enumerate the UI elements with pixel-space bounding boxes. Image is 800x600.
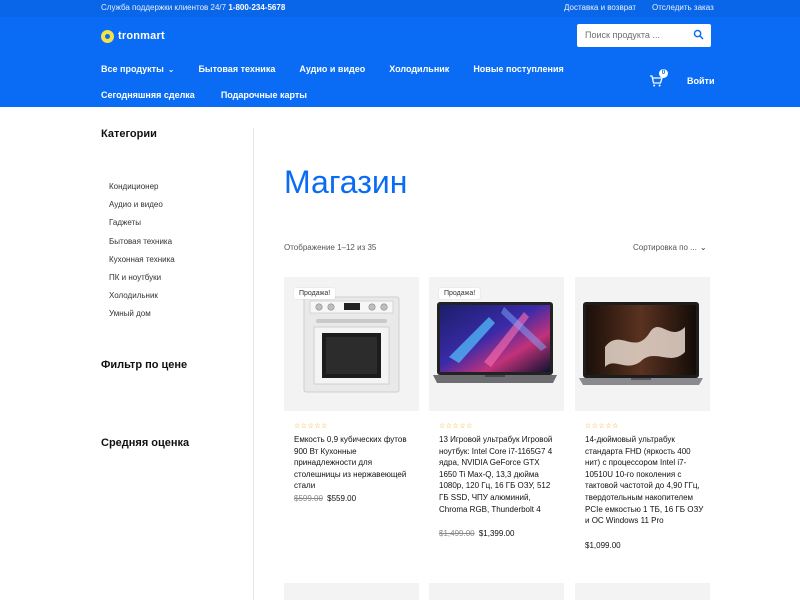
old-price: $599.00 [294, 494, 323, 503]
support-phone[interactable]: 1-800-234-5678 [228, 3, 285, 12]
site-header: Служба поддержки клиентов 24/7 1-800-234… [0, 0, 800, 107]
product-price: $599.00 $559.00 [294, 494, 356, 503]
category-list: Кондиционер Аудио и видео Гаджеты Бытова… [109, 181, 175, 327]
product-image[interactable] [575, 277, 710, 411]
nav-todays-deal[interactable]: Сегодняшняя сделка [101, 90, 195, 100]
search-input[interactable]: Поиск продукта ... [585, 30, 660, 40]
category-item[interactable]: Кухонная техника [109, 254, 175, 272]
logo-mark-icon [101, 29, 114, 43]
product-card[interactable]: ☆☆☆☆☆ 14-дюймовый ультрабук стандарта FH… [575, 277, 710, 550]
category-item[interactable]: Кондиционер [109, 181, 175, 199]
category-item[interactable]: Аудио и видео [109, 199, 175, 217]
search-icon[interactable] [693, 29, 704, 40]
page-title: Магазин [284, 164, 408, 200]
chevron-down-icon: ⌄ [699, 243, 707, 252]
product-card[interactable] [284, 583, 419, 600]
categories-heading: Категории [101, 128, 157, 140]
sidebar-divider [253, 128, 254, 600]
sale-badge: Продажа! [294, 288, 336, 299]
chevron-down-icon: ⌄ [167, 64, 175, 74]
shipping-returns-link[interactable]: Доставка и возврат [564, 3, 636, 12]
product-price: $1,099.00 [585, 541, 621, 550]
nav-all-products[interactable]: Все продукты ⌄ [101, 64, 174, 74]
current-price: $1,399.00 [478, 529, 515, 538]
product-image[interactable]: Продажа! [429, 277, 564, 411]
product-card[interactable]: Продажа! ☆☆☆☆☆ Емкость 0,9 кубических фу… [284, 277, 419, 503]
product-title[interactable]: 14-дюймовый ультрабук стандарта FHD (ярк… [585, 434, 705, 527]
product-card[interactable]: Продажа! ☆☆☆☆☆ 13 Игровой ультрабук Игро… [429, 277, 564, 538]
category-item[interactable]: Гаджеты [109, 217, 175, 235]
secondary-nav: Сегодняшняя сделка Подарочные карты [101, 90, 333, 100]
search-box[interactable]: Поиск продукта ... [577, 24, 711, 47]
nav-new-arrivals[interactable]: Новые поступления [473, 64, 563, 74]
category-item[interactable]: ПК и ноутбуки [109, 272, 175, 290]
sort-label: Сортировка по ... [633, 243, 697, 252]
rating-stars: ☆☆☆☆☆ [585, 423, 619, 430]
nav-audio-video[interactable]: Аудио и видео [299, 64, 365, 74]
nav-refrigerator[interactable]: Холодильник [389, 64, 449, 74]
support-label: Служба поддержки клиентов 24/7 [101, 3, 227, 12]
sort-select[interactable]: Сортировка по ... ⌄ [633, 243, 707, 252]
product-price: $1,499.00 $1,399.00 [439, 529, 514, 538]
sale-badge: Продажа! [439, 288, 481, 299]
result-count: Отображение 1–12 из 35 [284, 243, 377, 252]
price-filter-heading: Фильтр по цене [101, 359, 188, 371]
old-price: $1,499.00 [439, 529, 475, 538]
main-nav: Все продукты ⌄ Бытовая техника Аудио и в… [101, 64, 588, 74]
login-link[interactable]: Войти [687, 76, 714, 86]
cart-button[interactable]: 0 [649, 69, 668, 87]
laptop-image [579, 302, 703, 385]
rating-stars: ☆☆☆☆☆ [439, 423, 473, 430]
cart-count-badge: 0 [659, 69, 668, 78]
product-title[interactable]: Емкость 0,9 кубических футов 900 Вт Кухо… [294, 434, 414, 492]
logo-text: tronmart [118, 30, 165, 42]
nav-gift-cards[interactable]: Подарочные карты [221, 90, 307, 100]
current-price: $559.00 [327, 494, 357, 503]
product-title[interactable]: 13 Игровой ультрабук Игровой ноутбук: In… [439, 434, 559, 515]
track-order-link[interactable]: Отследить заказ [652, 3, 714, 12]
average-rating-heading: Средняя оценка [101, 437, 190, 449]
category-item[interactable]: Бытовая техника [109, 236, 175, 254]
rating-stars: ☆☆☆☆☆ [294, 423, 328, 430]
site-logo[interactable]: tronmart [101, 28, 165, 44]
category-item[interactable]: Холодильник [109, 290, 175, 308]
product-image[interactable]: Продажа! [284, 277, 419, 411]
nav-appliances[interactable]: Бытовая техника [198, 64, 275, 74]
current-price: $1,099.00 [585, 541, 621, 550]
nav-all-products-label: Все продукты [101, 64, 164, 74]
support-info: Служба поддержки клиентов 24/7 1-800-234… [101, 3, 285, 12]
product-card[interactable] [429, 583, 564, 600]
sidebar: Категории Кондиционер Аудио и видео Гадж… [101, 128, 253, 318]
product-card[interactable] [575, 583, 710, 600]
category-item[interactable]: Умный дом [109, 308, 175, 326]
top-bar: Служба поддержки клиентов 24/7 1-800-234… [0, 0, 800, 17]
